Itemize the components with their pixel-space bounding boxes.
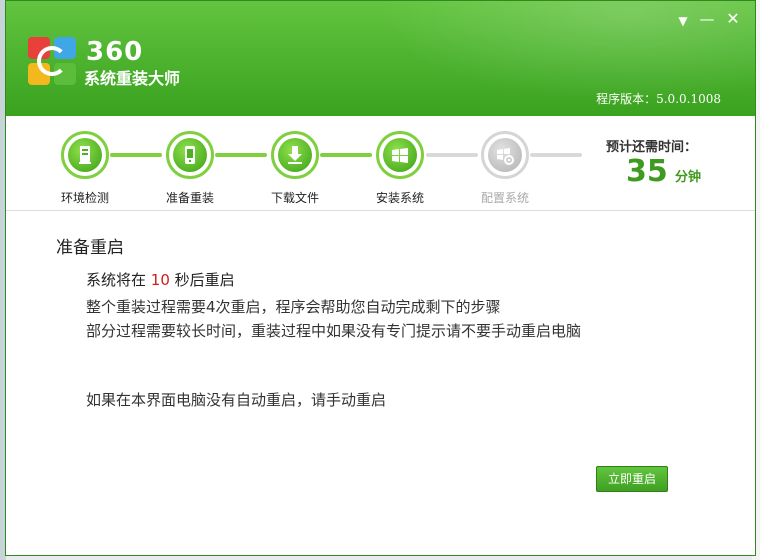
windows-gear-icon [497,148,514,165]
step-label: 准备重装 [165,191,214,205]
installer-window: 360 系统重装大师 程序版本：5.0.0.1008 ▼ — ✕ 环境检测 准备… [5,0,756,556]
close-button[interactable]: ✕ [723,9,743,29]
remaining-time-value: 35 [626,154,668,189]
step-install-system [376,131,424,179]
countdown-seconds: 10 [150,271,170,289]
countdown-message: 系统将在 10 秒后重启 [86,269,235,290]
page-title: 准备重启 [56,238,124,258]
step-environment-check [61,131,109,179]
close-icon: ✕ [726,9,740,28]
step-download-files [271,131,319,179]
download-icon [288,146,302,164]
minimize-button[interactable]: — [697,9,717,29]
computer-icon [79,146,91,164]
step-label: 配置系统 [480,191,529,205]
countdown-suffix: 秒后重启 [169,271,235,289]
step-label: 环境检测 [60,191,109,205]
brand-name: 系统重装大师 [84,69,181,88]
step-label: 下载文件 [270,191,319,205]
phone-icon [185,146,195,164]
step-label: 安装系统 [375,191,424,205]
progress-steps: 环境检测 准备重装 下载文件 安装系统 配置系统 预计还需时间： 35 分钟 [6,116,755,211]
app-logo-icon [28,37,76,85]
version-label: 程序版本：5.0.0.1008 [596,92,721,106]
chevron-down-icon: ▼ [678,14,688,28]
brand-number: 360 [86,37,144,67]
countdown-prefix: 系统将在 [86,271,151,289]
step-connector [530,153,582,157]
windows-icon [392,148,408,163]
menu-button[interactable]: ▼ [673,11,693,31]
restart-now-button[interactable]: 立即重启 [596,466,668,492]
remaining-time-unit: 分钟 [675,170,702,185]
title-bar[interactable]: 360 系统重装大师 程序版本：5.0.0.1008 ▼ — ✕ [6,1,755,116]
minimize-icon: — [699,10,715,28]
step-configure-system [481,131,529,179]
info-line: 整个重装过程需要4次重启，程序会帮助您自动完成剩下的步骤 [86,298,501,316]
step-connector [110,153,162,157]
step-connector [426,153,478,157]
step-connector [320,153,372,157]
info-line: 部分过程需要较长时间，重装过程中如果没有专门提示请不要手动重启电脑 [86,322,582,340]
step-prepare-reinstall [166,131,214,179]
remaining-time-title: 预计还需时间： [606,140,698,155]
manual-restart-hint: 如果在本界面电脑没有自动重启，请手动重启 [86,391,387,409]
step-connector [215,153,267,157]
